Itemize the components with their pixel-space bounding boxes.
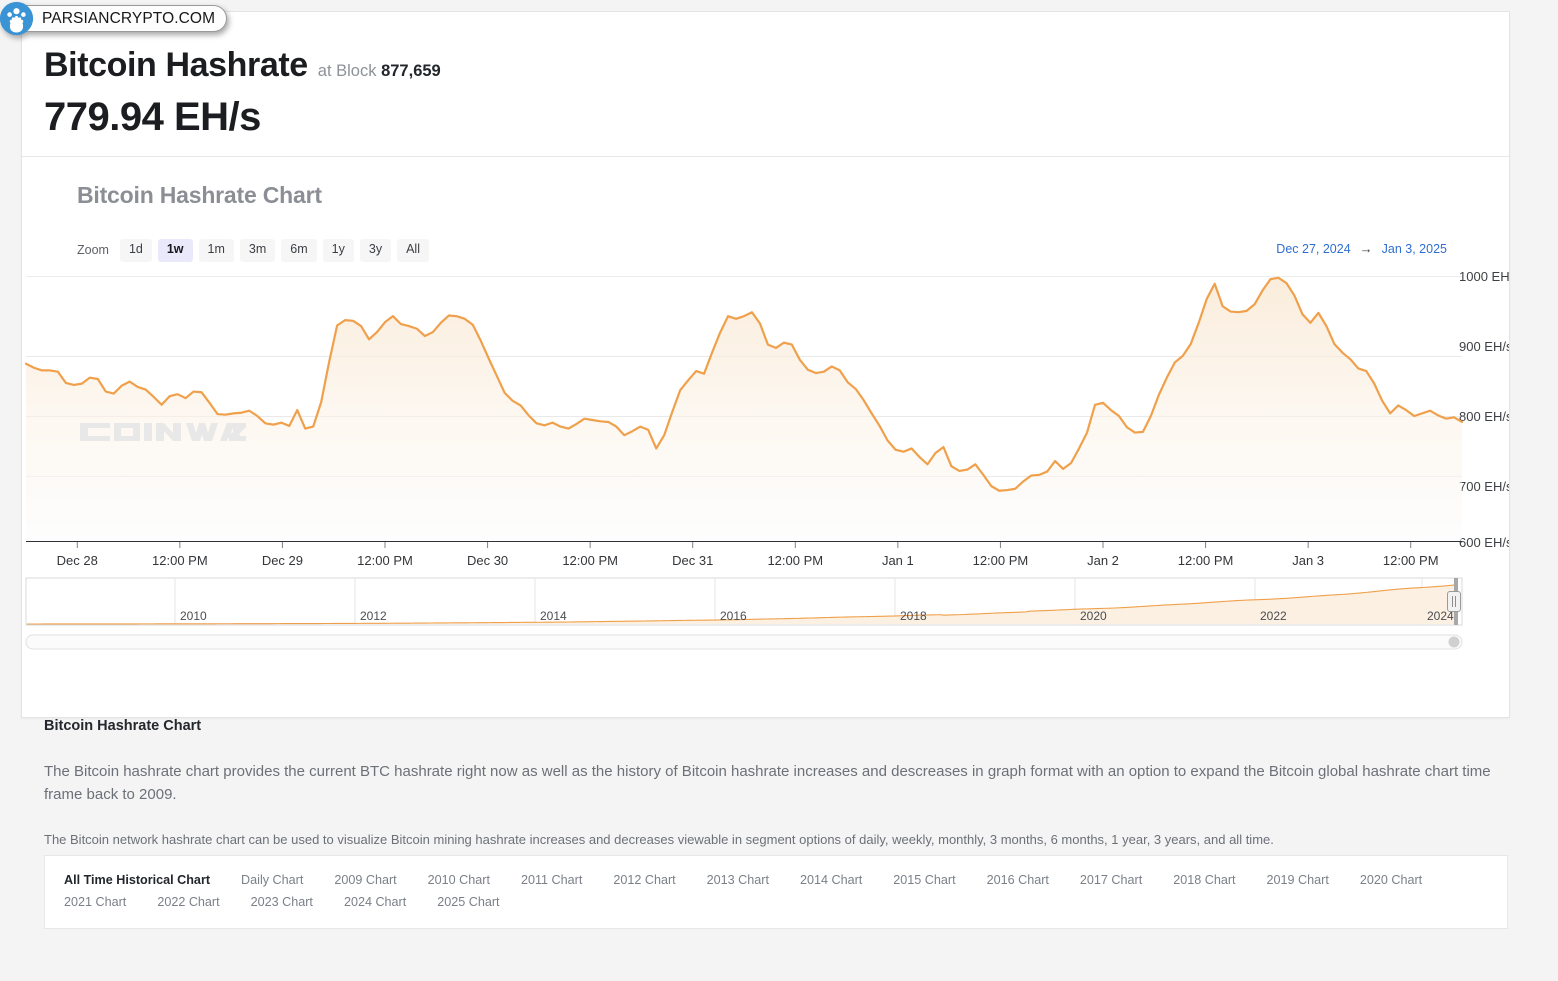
block-number: 877,659 — [381, 62, 441, 80]
chart-link-2024-chart[interactable]: 2024 Chart — [337, 891, 413, 913]
block-subtitle: at Block 877,659 — [318, 62, 441, 81]
x-axis-tick-label: Dec 31 — [672, 553, 713, 568]
chart-link-2012-chart[interactable]: 2012 Chart — [606, 869, 682, 891]
description-paragraph-2: The Bitcoin network hashrate chart can b… — [44, 831, 1274, 847]
description-section: Bitcoin Hashrate Chart The Bitcoin hashr… — [44, 718, 1504, 850]
navigator-year-label: 2022 — [1260, 609, 1287, 623]
chart-link-2018-chart[interactable]: 2018 Chart — [1166, 869, 1242, 891]
block-label: at Block — [317, 62, 377, 80]
x-axis-tick-label: 12:00 PM — [357, 553, 413, 568]
chart-link-2020-chart[interactable]: 2020 Chart — [1353, 869, 1429, 891]
chart-scrollbar[interactable] — [25, 634, 1463, 650]
x-axis-tick-label: Dec 28 — [57, 553, 98, 568]
x-axis-labels: Dec 28 12:00 PM Dec 29 12:00 PM Dec 30 12:00 … — [57, 553, 1439, 568]
svg-text:600 EH/s: 600 EH/s — [1459, 535, 1509, 550]
x-axis-tick-label: 12:00 PM — [973, 553, 1029, 568]
x-axis-tick-label: Jan 3 — [1292, 553, 1324, 568]
chart-links-panel: All Time Historical Chart Daily Chart 2009… — [44, 855, 1508, 929]
hashrate-card: Bitcoin Hashrate at Block 877,659 779.94… — [21, 11, 1510, 718]
chart-link-2025-chart[interactable]: 2025 Chart — [430, 891, 506, 913]
svg-text:1000 EH/s: 1000 EH/s — [1459, 269, 1509, 284]
svg-text:700 EH/s: 700 EH/s — [1459, 479, 1509, 494]
x-axis-tick-label: 12:00 PM — [152, 553, 208, 568]
watermark-text: PARSIANCRYPTO.COM — [13, 5, 228, 32]
chart-link-daily-chart[interactable]: Daily Chart — [234, 869, 310, 891]
date-range-selector: Dec 27, 2024 → Jan 3, 2025 — [1276, 241, 1447, 256]
x-axis-tick-label: Jan 2 — [1087, 553, 1119, 568]
header-title-row: Bitcoin Hashrate at Block 877,659 — [44, 46, 1509, 85]
x-axis-tick-label: 12:00 PM — [562, 553, 618, 568]
hashrate-value: 779.94 EH/s — [44, 95, 261, 139]
x-axis-tick-label: 12:00 PM — [1383, 553, 1439, 568]
range-arrow-icon: → — [1359, 241, 1373, 256]
chart-link-all-time-historical-chart[interactable]: All Time Historical Chart — [57, 869, 217, 891]
svg-text:800 EH/s: 800 EH/s — [1459, 409, 1509, 424]
navigator-year-label: 2018 — [900, 609, 927, 623]
chart-link-2023-chart[interactable]: 2023 Chart — [244, 891, 320, 913]
description-heading: Bitcoin Hashrate Chart — [44, 718, 202, 734]
chart-link-2019-chart[interactable]: 2019 Chart — [1260, 869, 1336, 891]
zoom-label: Zoom — [77, 243, 109, 258]
chart-link-2010-chart[interactable]: 2010 Chart — [421, 869, 497, 891]
navigator-year-label: 2012 — [360, 609, 387, 623]
chart-title: Bitcoin Hashrate Chart — [77, 182, 322, 208]
navigator-year-label: 2010 — [180, 609, 207, 623]
svg-text:900 EH/s: 900 EH/s — [1459, 339, 1509, 354]
hashrate-chart-svg: 1000 EH/s 900 EH/s 800 EH/s 700 EH/s 600… — [24, 269, 1509, 650]
scrollbar-grip — [1448, 636, 1460, 648]
navigator-year-label: 2020 — [1080, 609, 1107, 623]
x-axis-tick-label: Dec 29 — [262, 553, 303, 568]
site-watermark: PARSIANCRYPTO.COM — [0, 2, 228, 35]
chart-panel: Bitcoin Hashrate Chart Zoom 1d 1w 1m 3m … — [22, 158, 1509, 717]
x-axis-tick-label: Jan 1 — [882, 553, 914, 568]
chart-plot-area[interactable]: 1000 EH/s 900 EH/s 800 EH/s 700 EH/s 600… — [22, 258, 1509, 718]
page-root: Bitcoin Hashrate at Block 877,659 779.94… — [0, 0, 1558, 981]
y-axis-labels: 1000 EH/s 900 EH/s 800 EH/s 700 EH/s 600… — [1459, 269, 1509, 550]
chart-navigator: 2010 2012 2014 2016 2018 2020 2022 2024 — [25, 577, 1463, 626]
chart-link-2021-chart[interactable]: 2021 Chart — [57, 891, 133, 913]
chart-link-2022-chart[interactable]: 2022 Chart — [150, 891, 226, 913]
chart-link-2017-chart[interactable]: 2017 Chart — [1073, 869, 1149, 891]
x-axis-tick-label: Dec 30 — [467, 553, 508, 568]
chart-link-2009-chart[interactable]: 2009 Chart — [327, 869, 403, 891]
coinwarz-watermark — [80, 419, 246, 450]
parsian-tree-logo-icon — [0, 2, 33, 35]
page-title: Bitcoin Hashrate — [44, 46, 308, 84]
range-start-date[interactable]: Dec 27, 2024 — [1276, 242, 1350, 256]
x-axis-tick-label: 12:00 PM — [1178, 553, 1234, 568]
card-header: Bitcoin Hashrate at Block 877,659 779.94… — [22, 12, 1509, 157]
chart-link-2014-chart[interactable]: 2014 Chart — [793, 869, 869, 891]
x-axis-ticks — [76, 542, 1412, 548]
chart-links-row: All Time Historical Chart Daily Chart 2009… — [57, 869, 1495, 913]
range-end-date[interactable]: Jan 3, 2025 — [1382, 242, 1447, 256]
chart-link-2011-chart[interactable]: 2011 Chart — [514, 869, 589, 891]
navigator-year-label: 2014 — [540, 609, 567, 623]
chart-link-2016-chart[interactable]: 2016 Chart — [980, 869, 1056, 891]
description-paragraph-1: The Bitcoin hashrate chart provides the … — [44, 763, 1491, 804]
x-axis-tick-label: 12:00 PM — [767, 553, 823, 568]
navigator-year-label: 2016 — [720, 609, 747, 623]
chart-link-2015-chart[interactable]: 2015 Chart — [886, 869, 962, 891]
chart-link-2013-chart[interactable]: 2013 Chart — [700, 869, 776, 891]
